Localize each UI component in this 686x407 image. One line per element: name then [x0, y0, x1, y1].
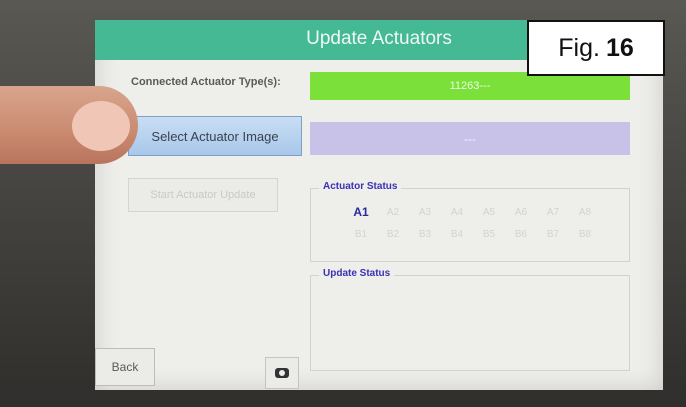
- actuator-cell-b8[interactable]: B8: [569, 223, 601, 245]
- actuator-cell-a5[interactable]: A5: [473, 201, 505, 223]
- update-status-group: Update Status: [310, 268, 630, 371]
- select-actuator-image-button[interactable]: Select Actuator Image: [128, 116, 302, 156]
- figure-prefix: Fig.: [558, 33, 600, 62]
- actuator-grid: A1 A2 A3 A4 A5 A6 A7 A8 B1 B2 B3 B4 B5 B6 B7 B8: [345, 201, 601, 245]
- camera-button[interactable]: [265, 357, 299, 389]
- actuator-cell-a6[interactable]: A6: [505, 201, 537, 223]
- actuator-cell-b2[interactable]: B2: [377, 223, 409, 245]
- connected-type-value: 11263---: [310, 72, 630, 100]
- figure-label: Fig. 16: [527, 20, 665, 76]
- selected-image-value: ---: [310, 122, 630, 155]
- camera-icon: [275, 368, 289, 378]
- actuator-status-group: Actuator Status A1 A2 A3 A4 A5 A6 A7 A8 B1 B2 B3 B4…: [310, 181, 630, 262]
- start-actuator-update-button[interactable]: Start Actuator Update: [128, 178, 278, 212]
- actuator-cell-a4[interactable]: A4: [441, 201, 473, 223]
- thumb-nail: [72, 101, 130, 151]
- actuator-cell-a3[interactable]: A3: [409, 201, 441, 223]
- figure-number: 16: [605, 33, 634, 62]
- actuator-cell-b1[interactable]: B1: [345, 223, 377, 245]
- actuator-cell-b6[interactable]: B6: [505, 223, 537, 245]
- connected-type-label: Connected Actuator Type(s):: [131, 76, 281, 88]
- back-button[interactable]: Back: [95, 348, 155, 386]
- actuator-status-title: Actuator Status: [319, 181, 402, 192]
- actuator-cell-a7[interactable]: A7: [537, 201, 569, 223]
- actuator-cell-a8[interactable]: A8: [569, 201, 601, 223]
- actuator-cell-a2[interactable]: A2: [377, 201, 409, 223]
- actuator-cell-b5[interactable]: B5: [473, 223, 505, 245]
- actuator-cell-b3[interactable]: B3: [409, 223, 441, 245]
- actuator-cell-b4[interactable]: B4: [441, 223, 473, 245]
- actuator-cell-b7[interactable]: B7: [537, 223, 569, 245]
- actuator-cell-a1[interactable]: A1: [345, 201, 377, 223]
- update-status-title: Update Status: [319, 268, 395, 279]
